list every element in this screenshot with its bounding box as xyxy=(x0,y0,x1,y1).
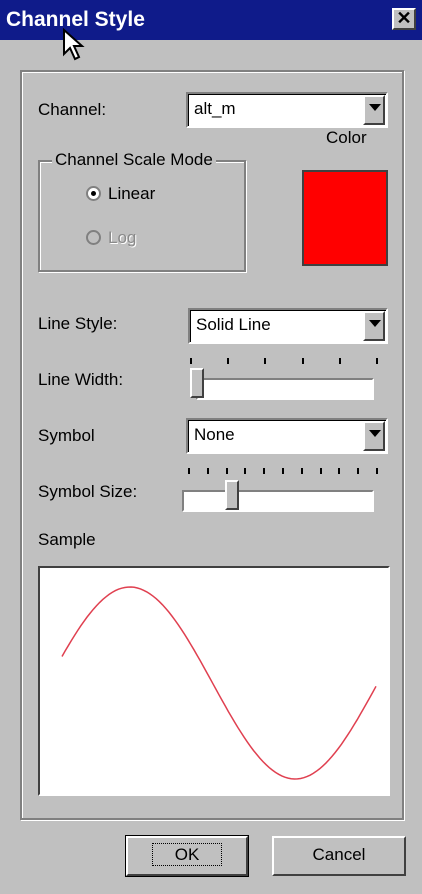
color-label: Color xyxy=(326,128,367,147)
line-width-label: Line Width: xyxy=(38,370,124,389)
sample-preview xyxy=(38,566,390,796)
log-label: Log xyxy=(108,228,137,247)
slider-tick xyxy=(264,358,267,364)
symbol-label: Symbol xyxy=(38,426,95,445)
channel-label: Channel: xyxy=(38,100,107,119)
color-swatch[interactable] xyxy=(302,170,388,266)
slider-tick xyxy=(338,468,341,474)
symbol-size-thumb[interactable] xyxy=(224,480,239,510)
ok-button[interactable]: OK xyxy=(125,835,249,877)
line-style-label: Line Style: xyxy=(38,314,118,333)
linear-label: Linear xyxy=(108,184,156,203)
scale-mode-title: Channel Scale Mode xyxy=(52,150,216,170)
symbol-select[interactable]: None xyxy=(186,418,388,454)
sample-wave xyxy=(61,586,377,780)
log-radio[interactable] xyxy=(86,230,101,245)
line-width-thumb[interactable] xyxy=(190,368,204,398)
slider-tick xyxy=(282,468,284,474)
slider-tick xyxy=(225,468,228,474)
close-button[interactable]: ✕ xyxy=(392,8,416,30)
ok-label: OK xyxy=(151,843,223,866)
slider-tick xyxy=(376,358,378,364)
mouse-pointer-icon xyxy=(63,28,85,61)
symbol-size-label: Symbol Size: xyxy=(38,482,138,501)
linear-radio[interactable] xyxy=(86,186,101,201)
slider-tick xyxy=(300,468,303,474)
slider-tick xyxy=(227,358,230,364)
channel-select[interactable]: alt_m xyxy=(186,92,388,128)
slider-tick xyxy=(376,468,378,474)
channel-value: alt_m xyxy=(194,99,236,118)
sample-label: Sample xyxy=(38,530,96,549)
chevron-down-icon[interactable] xyxy=(363,95,385,125)
chevron-down-icon[interactable] xyxy=(363,421,385,451)
slider-tick xyxy=(190,358,192,364)
sample-line xyxy=(61,586,377,780)
cancel-button[interactable]: Cancel xyxy=(272,836,406,876)
cancel-label: Cancel xyxy=(312,845,366,864)
slider-tick xyxy=(338,358,341,364)
symbol-value: None xyxy=(194,425,235,444)
chevron-down-icon[interactable] xyxy=(363,311,385,341)
slider-tick xyxy=(357,468,360,474)
slider-tick xyxy=(263,468,266,474)
line-width-track[interactable] xyxy=(196,378,374,400)
slider-tick xyxy=(319,468,322,474)
slider-tick xyxy=(301,358,304,364)
slider-tick xyxy=(206,468,209,474)
line-style-value: Solid Line xyxy=(196,315,271,334)
slider-tick xyxy=(188,468,190,474)
slider-tick xyxy=(244,468,247,474)
line-style-select[interactable]: Solid Line xyxy=(188,308,388,344)
scale-mode-group: Channel Scale Mode Linear Log xyxy=(38,150,246,272)
close-icon: ✕ xyxy=(396,8,412,28)
symbol-size-track[interactable] xyxy=(182,490,374,512)
